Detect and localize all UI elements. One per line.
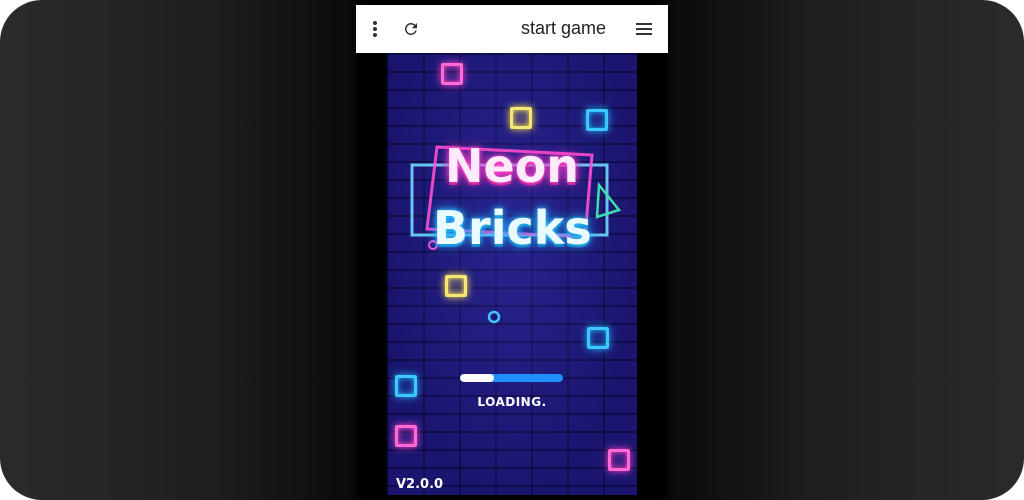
phone-screen: start game Neon Bricks LOADING. V2.0.0 <box>356 5 668 495</box>
neon-brick-yellow <box>445 275 467 297</box>
neon-brick-cyan <box>586 109 608 131</box>
logo-title-bricks: Bricks <box>433 201 592 255</box>
neon-brick-pink <box>441 63 463 85</box>
neon-brick-pink <box>608 449 630 471</box>
more-vert-icon[interactable] <box>360 14 390 44</box>
ball-icon <box>487 310 501 324</box>
game-canvas[interactable]: Neon Bricks LOADING. V2.0.0 <box>387 53 637 495</box>
neon-brick-cyan <box>587 327 609 349</box>
app-toolbar: start game <box>356 5 668 53</box>
hamburger-menu-icon[interactable] <box>629 14 659 44</box>
loading-label: LOADING. <box>477 395 547 409</box>
neon-brick-cyan <box>395 375 417 397</box>
version-label: V2.0.0 <box>396 477 444 492</box>
loading-progress-bar <box>460 374 563 382</box>
logo-title-neon: Neon <box>445 139 580 193</box>
page-title: start game <box>520 18 606 38</box>
screenshot-frame: start game Neon Bricks LOADING. V2.0.0 <box>0 0 1024 500</box>
neon-brick-pink <box>395 425 417 447</box>
loading-progress-fill <box>460 374 494 382</box>
refresh-icon[interactable] <box>396 14 426 44</box>
neon-brick-yellow <box>510 107 532 129</box>
